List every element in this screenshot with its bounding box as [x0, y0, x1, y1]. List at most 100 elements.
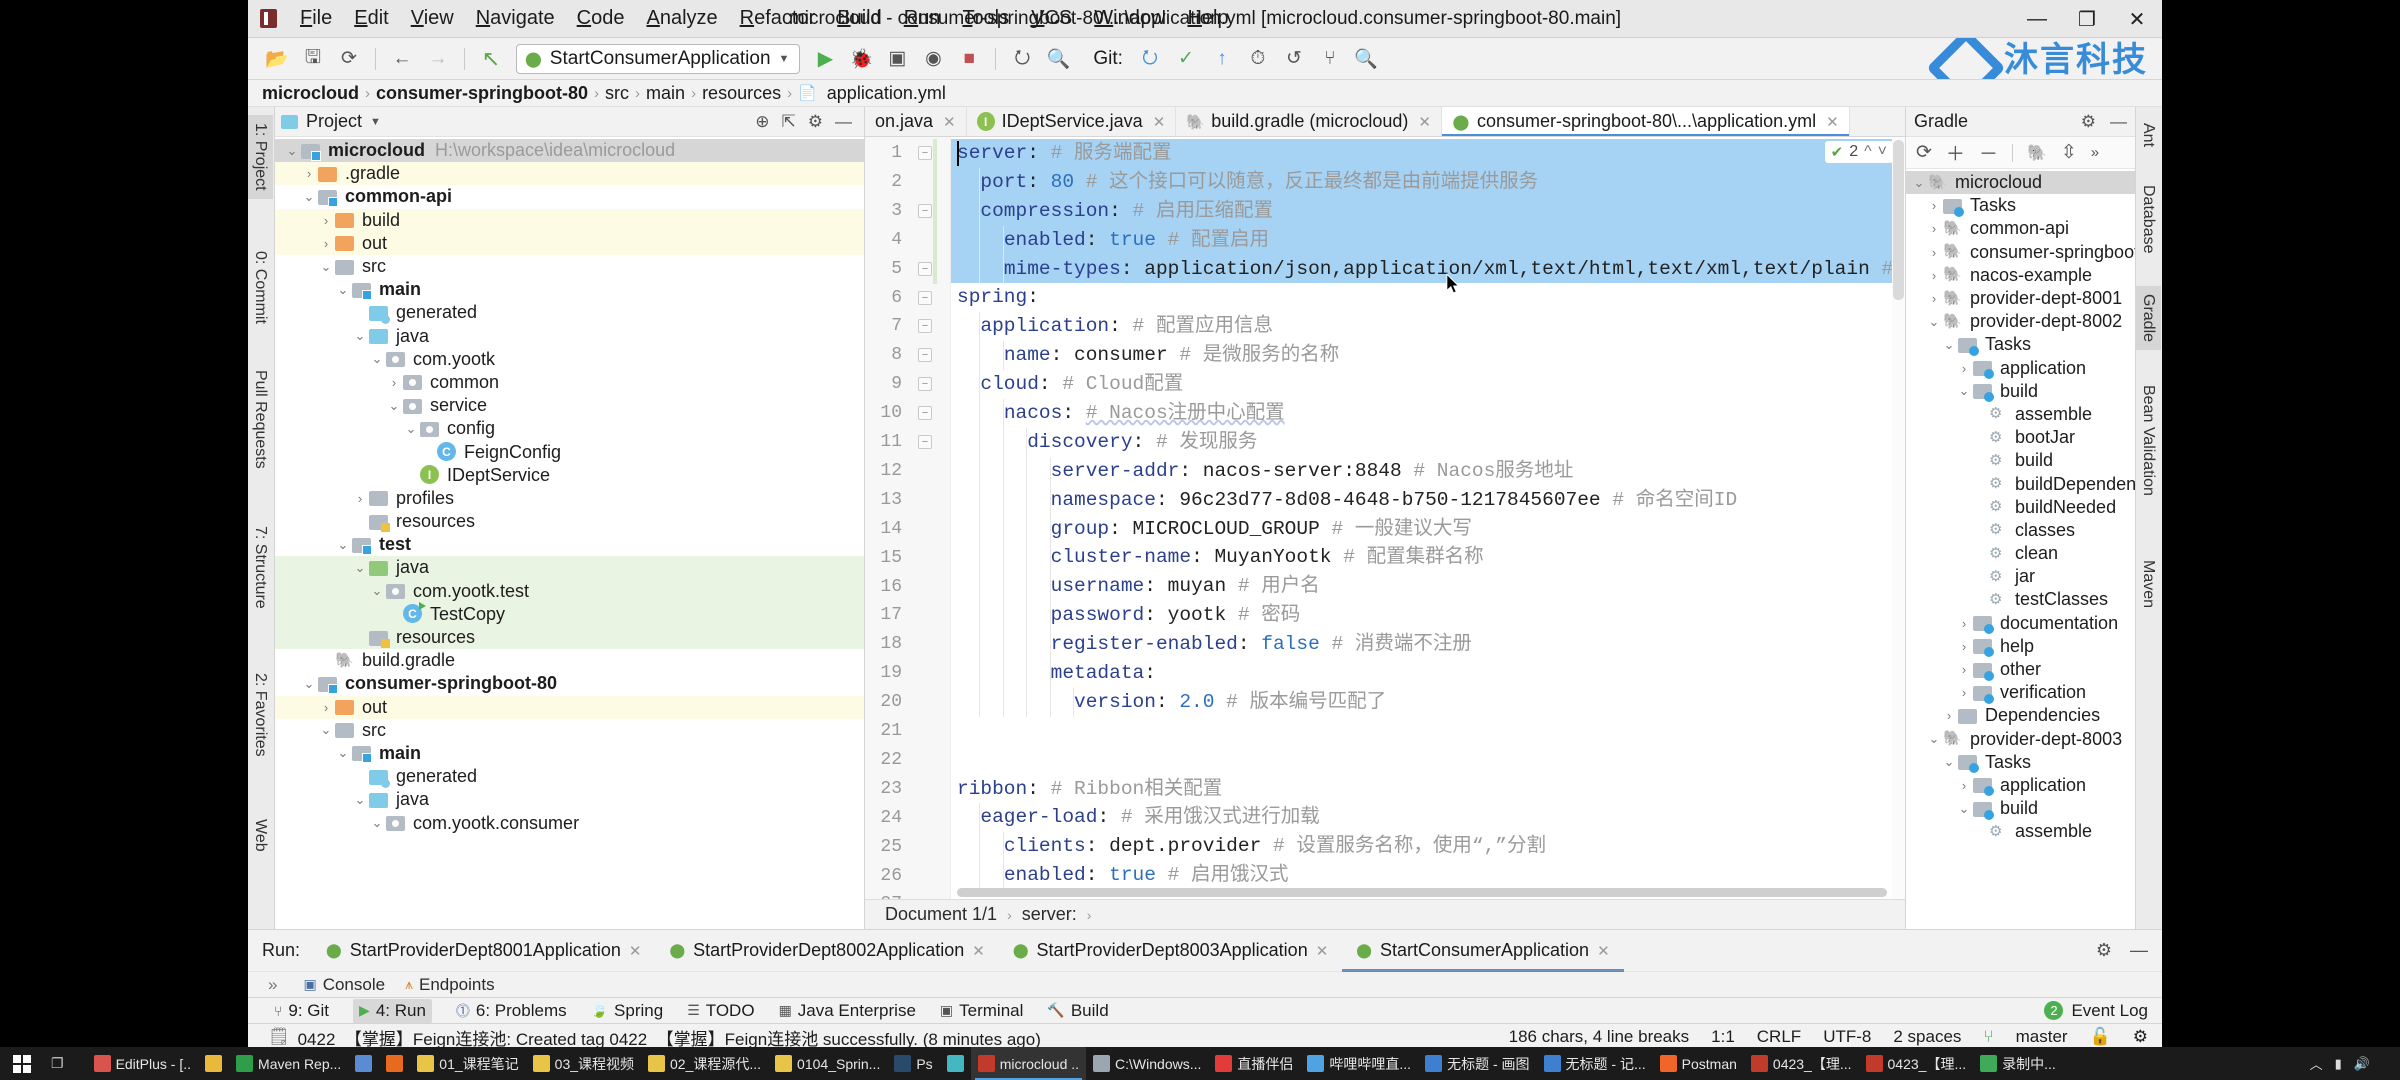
chevron-up-icon[interactable]: ^ — [1864, 143, 1872, 161]
breadcrumb-item-0[interactable]: microcloud — [262, 83, 359, 104]
close-icon[interactable]: ✕ — [1316, 942, 1329, 960]
project-tree-row[interactable]: C TestCopy — [275, 602, 864, 626]
project-tree-row[interactable]: › .gradle — [275, 162, 864, 186]
fold-toggle-icon[interactable]: − — [918, 261, 932, 276]
chevron-down-icon[interactable]: ⌄ — [317, 259, 335, 275]
open-folder-icon[interactable]: 📂 — [260, 43, 294, 75]
tool-tab-ant[interactable]: Ant — [2135, 115, 2161, 155]
scrollbar-thumb[interactable] — [1893, 140, 1904, 300]
breadcrumb[interactable]: microcloud › consumer-springboot-80 › src › ma… — [248, 80, 2162, 107]
project-tree-row[interactable]: ⌄ main — [275, 278, 864, 301]
fold-toggle-icon[interactable]: − — [918, 290, 932, 305]
menu-tools[interactable]: Tools — [951, 3, 1020, 34]
chevron-right-icon[interactable]: › — [1955, 616, 1973, 631]
taskbar-item-10[interactable] — [940, 1047, 971, 1080]
profile-button[interactable]: ◉ — [916, 43, 950, 75]
status-branch[interactable]: master — [2016, 1027, 2068, 1047]
taskbar-item-4[interactable] — [379, 1047, 410, 1080]
gear-icon[interactable]: ⚙ — [808, 112, 823, 132]
chevron-right-icon[interactable]: › — [1925, 221, 1943, 236]
menu-help[interactable]: Help — [1176, 3, 1239, 34]
chevron-down-icon[interactable]: ▼ — [370, 116, 381, 128]
update-project-icon[interactable]: ⭮ — [1005, 43, 1039, 75]
gradle-tree-row[interactable]: › application — [1906, 357, 2135, 380]
hide-icon[interactable]: — — [2130, 940, 2148, 961]
close-icon[interactable]: ✕ — [1597, 942, 1610, 960]
code-line[interactable]: port: 80 # 这个接口可以随意，反正最终都是由前端提供服务 — [951, 167, 1905, 197]
collapse-all-icon[interactable]: ⇱ — [782, 112, 796, 132]
tool-tab-maven[interactable]: Maven — [2135, 552, 2161, 616]
code-line[interactable]: server: # 服务端配置 — [951, 139, 1905, 168]
doc-breadcrumb-item-1[interactable]: server: — [1022, 904, 1077, 925]
chevron-right-icon[interactable]: › — [317, 236, 335, 251]
gradle-tree-row[interactable]: ⌄ Tasks — [1906, 333, 2135, 356]
project-tree-row[interactable]: ⌄ java — [275, 325, 864, 348]
menu-view[interactable]: View — [400, 3, 465, 34]
tray-volume-icon[interactable]: 🔊 — [2354, 1056, 2370, 1072]
editor-tab-3[interactable]: ⬤ consumer-springboot-80\...\application.… — [1441, 107, 1850, 136]
gradle-tree[interactable]: ⌄ 🐘 microcloud › Tasks › 🐘 common-api › 🐘 consumer… — [1906, 169, 2135, 929]
chevron-right-icon[interactable]: › — [351, 491, 369, 506]
chevron-down-icon[interactable]: ⌄ — [334, 282, 352, 298]
chevron-right-icon[interactable]: › — [1955, 639, 1973, 654]
chevron-down-icon[interactable]: ⌄ — [1925, 314, 1943, 330]
gradle-tree-row[interactable]: › Tasks — [1906, 194, 2135, 217]
taskbar-item-17[interactable]: Postman — [1653, 1047, 1744, 1080]
fold-toggle-icon[interactable]: − — [918, 319, 932, 334]
chevron-down-icon[interactable]: ⌄ — [1910, 175, 1928, 191]
chevron-down-icon[interactable]: ⌄ — [351, 560, 369, 576]
project-tree-row[interactable]: ⌄ main — [275, 742, 864, 765]
code-line[interactable]: nacos: # Nacos注册中心配置 — [951, 399, 1905, 428]
run-tab-2[interactable]: ⬤ StartProviderDept8003Application ✕ — [999, 930, 1342, 972]
chevron-down-icon[interactable]: ⌄ — [351, 792, 369, 808]
menu-refactor[interactable]: Refactor — [729, 3, 827, 34]
chevron-down-icon[interactable]: ⌄ — [402, 421, 420, 437]
gradle-tree-row[interactable]: ⌄ build — [1906, 797, 2135, 820]
tray-network-icon[interactable]: ▮ — [2335, 1056, 2342, 1072]
tool-window-button-4-run[interactable]: ▶ 4: Run — [353, 998, 432, 1023]
project-tree-row[interactable]: › out — [275, 695, 864, 719]
chevron-right-icon[interactable]: › — [1955, 662, 1973, 677]
git-push-icon[interactable]: ↑ — [1205, 43, 1239, 75]
tool-tab-gradle[interactable]: Gradle — [2135, 286, 2161, 351]
editor-gutter[interactable]: 1−2 3−4 5−6−7−8−9−10−11−12 13 14 15 16 17 18 19 20… — [865, 137, 951, 899]
taskbar-item-12[interactable]: C:\Windows... — [1086, 1047, 1208, 1080]
chevron-down-icon[interactable]: ⌄ — [300, 676, 318, 692]
gradle-tree-row[interactable]: ⚙ buildDependents — [1906, 472, 2135, 495]
code-line[interactable]: enabled: true # 启用饿汉式 — [951, 861, 1905, 891]
run-tab-1[interactable]: ⬤ StartProviderDept8002Application ✕ — [655, 930, 998, 972]
breadcrumb-item-3[interactable]: main — [646, 83, 685, 104]
close-icon[interactable]: ✕ — [1153, 113, 1166, 131]
system-tray[interactable]: ︿ ▮ 🔊 — [2310, 1054, 2400, 1073]
menu-bar[interactable]: File Edit View Navigate Code Analyze Refactor B… — [289, 3, 1240, 34]
sync-icon[interactable]: ⟳ — [332, 43, 366, 75]
code-line[interactable]: server-addr: nacos-server:8848 # Nacos服务… — [951, 456, 1905, 486]
taskbar-item-11[interactable]: microcloud .. — [970, 1047, 1087, 1080]
project-tree-row[interactable]: › build — [275, 208, 864, 232]
fold-toggle-icon[interactable]: − — [918, 435, 932, 449]
tool-tab-bean-validation[interactable]: Bean Validation — [2135, 377, 2161, 504]
tool-window-button-build[interactable]: 🔨 Build — [1047, 1001, 1108, 1021]
editor-tab-2[interactable]: 🐘 build.gradle (microcloud) ✕ — [1176, 107, 1442, 136]
document-breadcrumb[interactable]: Document 1/1 › server: › — [865, 899, 1905, 929]
hide-icon[interactable]: — — [835, 112, 852, 132]
chevron-down-icon[interactable]: ⌄ — [334, 537, 352, 553]
event-log-label[interactable]: Event Log — [2071, 1001, 2148, 1021]
taskbar-item-7[interactable]: 02_课程源代... — [641, 1047, 768, 1080]
chevron-down-icon[interactable]: ⌄ — [1955, 383, 1973, 399]
run-tabs[interactable]: ⬤ StartProviderDept8001Application ✕ ⬤ Start… — [312, 930, 1624, 972]
code-line[interactable]: version: 2.0 # 版本编号匹配了 — [951, 687, 1905, 717]
gradle-tree-row[interactable]: ›🐘 consumer-springboot-80 — [1906, 241, 2135, 264]
project-tree-row[interactable]: C FeignConfig — [275, 440, 864, 463]
gradle-tree-row[interactable]: › other — [1906, 658, 2135, 681]
maximize-button[interactable]: ❐ — [2062, 0, 2112, 38]
project-tree-row[interactable]: ⌄ microcloud H:\workspace\idea\microcloud — [275, 139, 864, 163]
gradle-tree-row[interactable]: ⌄ 🐘 provider-dept-8002 — [1906, 310, 2135, 333]
git-branch-icon[interactable]: ⑂ — [1313, 43, 1347, 75]
chevron-down-icon[interactable]: ⌄ — [334, 745, 352, 761]
chevron-down-icon[interactable]: ⌄ — [317, 722, 335, 738]
chevron-right-icon[interactable]: › — [1925, 245, 1943, 260]
project-tree-row[interactable]: resources — [275, 510, 864, 533]
code-line[interactable]: metadata: — [951, 659, 1905, 688]
tool-tab-pull-requests[interactable]: Pull Requests — [247, 362, 273, 477]
